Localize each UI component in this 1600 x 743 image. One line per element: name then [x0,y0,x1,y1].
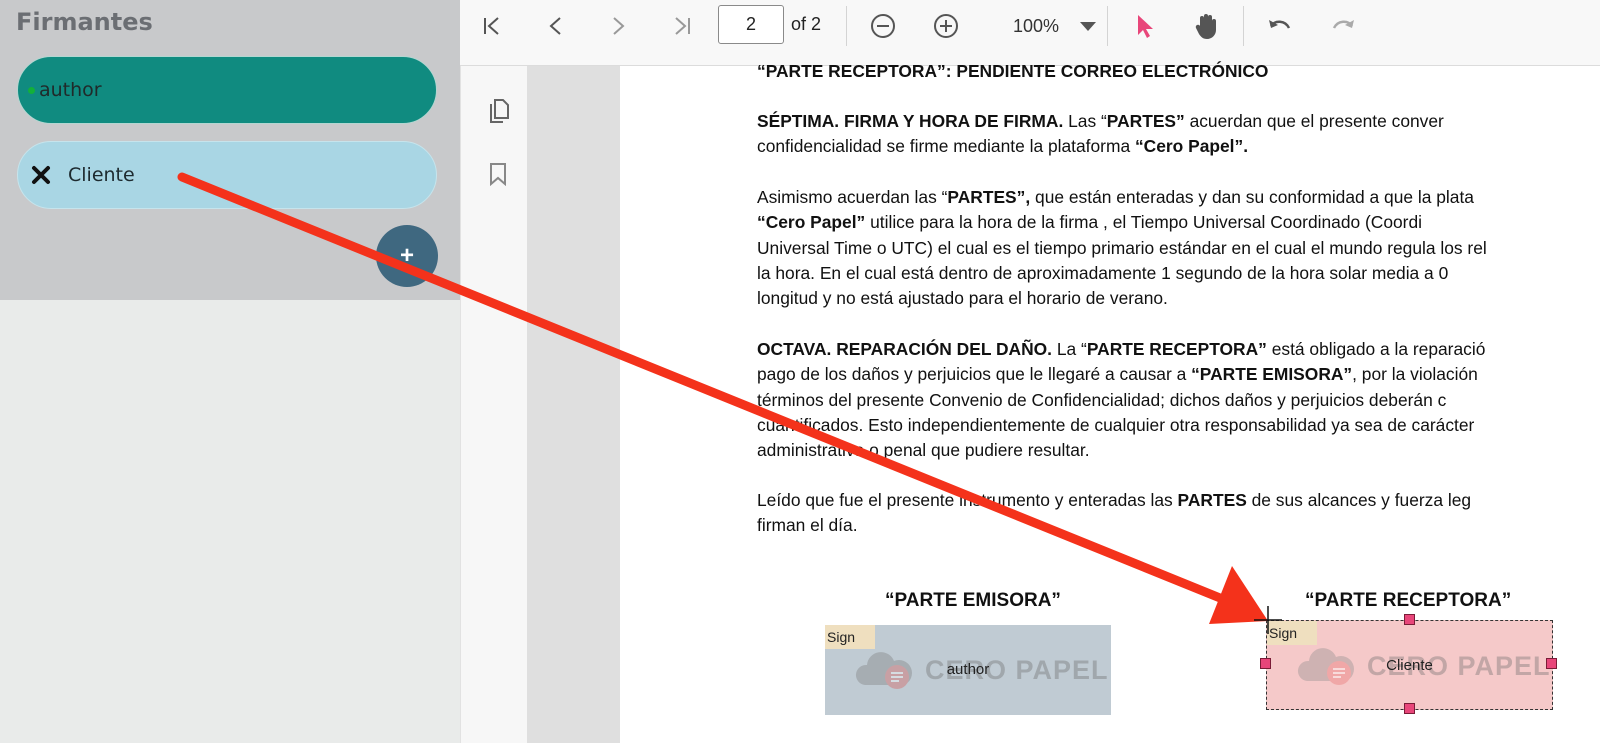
pan-hand-icon[interactable] [1191,10,1221,42]
close-icon[interactable] [30,164,52,186]
signers-box: Firmantes author Cliente + [0,0,460,300]
toolbar-divider [1107,6,1108,46]
next-page-icon[interactable] [604,10,632,42]
resize-handle-top[interactable] [1404,614,1415,625]
sign-tag: Sign [1267,621,1317,645]
first-page-icon[interactable] [478,10,506,42]
zoom-out-icon[interactable] [868,10,898,42]
panel-title: Firmantes [16,8,153,36]
signature-field-author[interactable]: CERO PAPEL Sign author [825,625,1111,715]
chevron-down-icon[interactable] [1078,10,1098,42]
doc-paragraph-leido: Leído que fue el presente instrumento y … [757,490,1472,536]
signature-field-cliente[interactable]: CERO PAPEL Sign Cliente [1260,614,1557,714]
doc-paragraph-asimismo: Asimismo acuerdan las “PARTES”, que está… [757,187,1487,309]
viewer-side-rail [460,66,527,743]
resize-handle-left[interactable] [1260,658,1271,669]
resize-handle-bottom[interactable] [1404,703,1415,714]
signature-field-name: Cliente [1386,657,1433,674]
bookmark-icon[interactable] [489,162,507,191]
resize-handle-right[interactable] [1546,658,1557,669]
page-total: of 2 [791,14,822,34]
signature-field-name: author [946,661,990,678]
signer-label: author [39,79,102,101]
zoom-in-icon[interactable] [931,10,961,42]
doc-line: “PARTE RECEPTORA”: PENDIENTE CORREO ELEC… [757,61,1269,81]
select-cursor-icon[interactable] [1130,10,1160,42]
add-signer-button[interactable]: + [376,225,438,287]
signer-cliente[interactable]: Cliente [17,141,437,209]
last-page-icon[interactable] [668,10,696,42]
signers-panel: Firmantes author Cliente + [0,0,460,743]
toolbar-divider [846,6,847,46]
toolbar-divider [1243,6,1244,46]
sign-tag: Sign [825,625,875,649]
signer-author[interactable]: author [17,56,437,124]
doc-paragraph-septima: SÉPTIMA. FIRMA Y HORA DE FIRMA. Las “PAR… [757,111,1444,157]
status-dot-icon [28,86,35,94]
signer-label: Cliente [68,164,135,186]
doc-paragraph-octava: OCTAVA. REPARACIÓN DEL DAÑO. La “PARTE R… [757,339,1486,461]
zoom-level[interactable]: 100% [1013,16,1059,37]
redo-icon[interactable] [1328,10,1358,42]
pdf-toolbar: of 2 100% [460,0,1600,66]
previous-page-icon[interactable] [542,10,570,42]
pages-icon[interactable] [487,98,511,129]
party-receptora-heading: “PARTE RECEPTORA” [1305,590,1512,611]
party-emisora-heading: “PARTE EMISORA” [885,590,1061,611]
page-number-input[interactable] [718,5,784,44]
undo-icon[interactable] [1265,10,1295,42]
